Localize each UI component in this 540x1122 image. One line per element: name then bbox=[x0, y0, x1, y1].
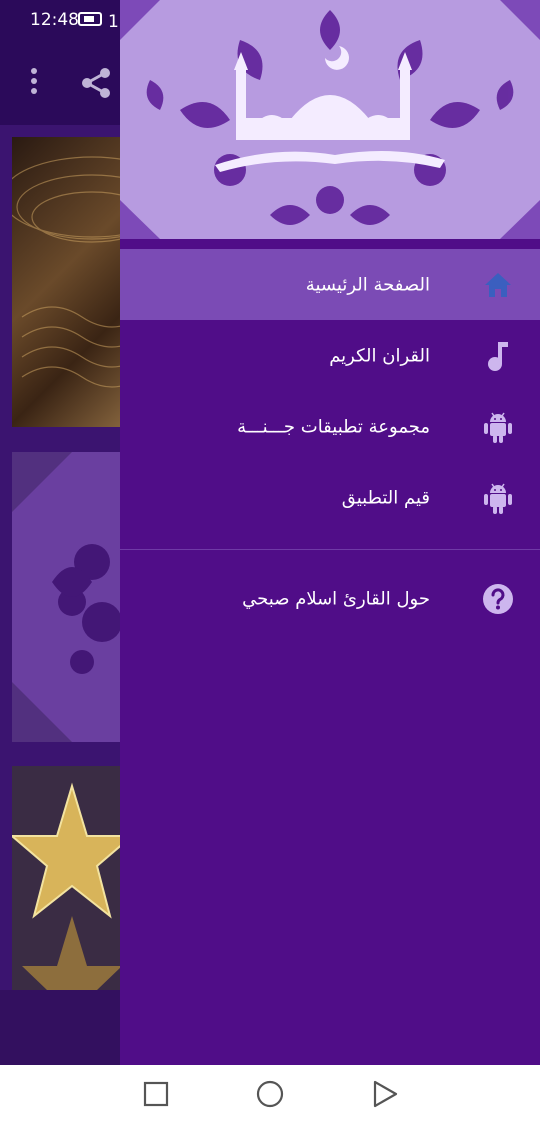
menu-item-rate-app[interactable]: قيم التطبيق bbox=[120, 462, 540, 533]
music-note-icon bbox=[482, 340, 514, 372]
menu-item-apps-collection[interactable]: مجموعة تطبيقات جـــنـــة bbox=[120, 391, 540, 462]
help-icon bbox=[482, 583, 514, 615]
menu-item-home[interactable]: الصفحة الرئيسية bbox=[120, 249, 540, 320]
jannah-mosque-logo bbox=[120, 0, 540, 239]
drawer-header bbox=[120, 0, 540, 239]
quran-image-card[interactable] bbox=[12, 137, 132, 427]
android-icon bbox=[482, 411, 514, 443]
android-icon bbox=[482, 482, 514, 514]
back-triangle-icon[interactable] bbox=[370, 1079, 400, 1109]
menu-item-quran[interactable]: القران الكريم bbox=[120, 320, 540, 391]
menu-item-label: مجموعة تطبيقات جـــنـــة bbox=[237, 416, 430, 437]
share-icon[interactable] bbox=[80, 67, 112, 107]
battery-saver-icon bbox=[78, 11, 102, 32]
screen: 12:48 100% 4G bbox=[0, 0, 540, 1122]
menu-divider bbox=[120, 549, 540, 550]
home-circle-icon[interactable] bbox=[255, 1079, 285, 1109]
rate-image-card[interactable] bbox=[12, 766, 132, 990]
menu-item-label: قيم التطبيق bbox=[341, 487, 430, 508]
menu-item-label: الصفحة الرئيسية bbox=[305, 274, 430, 295]
recents-square-icon[interactable] bbox=[141, 1079, 171, 1109]
system-nav-bar bbox=[0, 1065, 540, 1122]
menu-item-label: القران الكريم bbox=[329, 345, 430, 366]
menu-item-about-reciter[interactable]: حول القارئ اسلام صبحي bbox=[120, 563, 540, 634]
home-icon bbox=[482, 269, 514, 301]
drawer-menu: الصفحة الرئيسية القران الكريم مجموعة تطب… bbox=[120, 249, 540, 634]
logo-image-card[interactable] bbox=[12, 452, 132, 742]
more-vert-icon[interactable] bbox=[24, 66, 44, 104]
status-time: 12:48 bbox=[30, 10, 79, 30]
navigation-drawer: الصفحة الرئيسية القران الكريم مجموعة تطب… bbox=[120, 0, 540, 1065]
menu-item-label: حول القارئ اسلام صبحي bbox=[242, 588, 430, 609]
